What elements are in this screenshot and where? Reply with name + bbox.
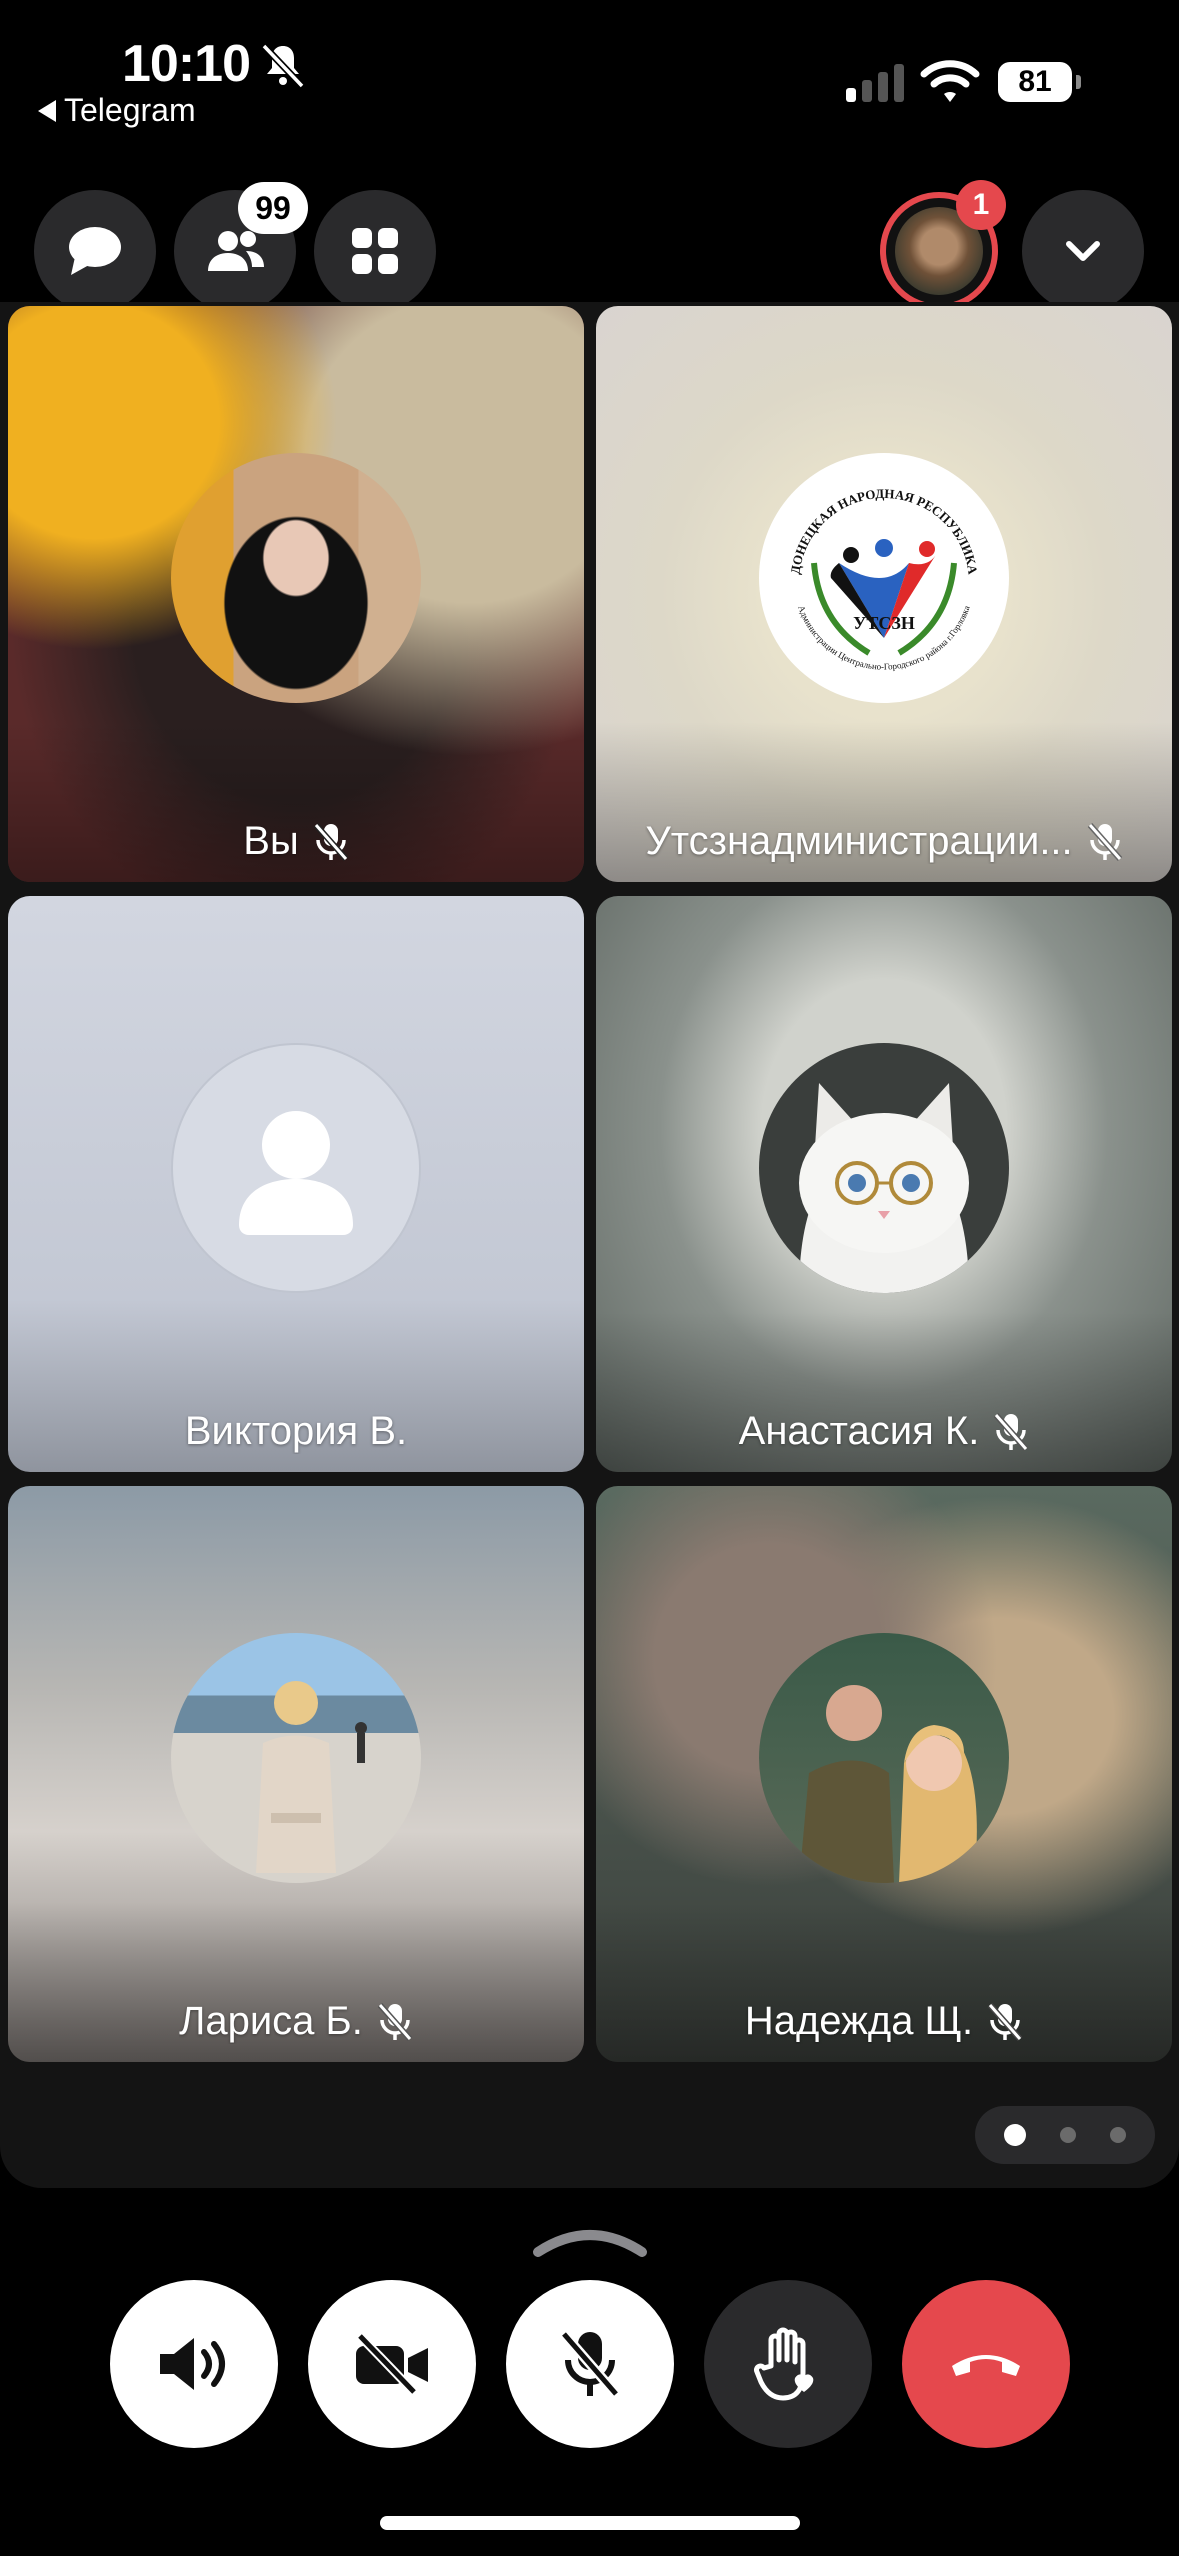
participant-label: Виктория В. xyxy=(8,1409,584,1454)
cellular-signal-icon xyxy=(846,60,904,102)
page-dot-active[interactable] xyxy=(1004,2124,1026,2146)
raise-hand-icon xyxy=(754,2327,814,2401)
mic-off-icon xyxy=(377,2002,413,2041)
woman-photo xyxy=(256,1681,367,1873)
grid-icon xyxy=(352,228,398,274)
page-dot[interactable] xyxy=(1110,2127,1126,2143)
chat-bubble-icon xyxy=(69,227,121,275)
chevron-down-icon xyxy=(1066,241,1100,261)
mic-off-icon xyxy=(313,822,348,861)
page-indicator[interactable] xyxy=(975,2106,1155,2164)
participants-count-badge: 99 xyxy=(238,182,308,234)
participant-label: Лариса Б. xyxy=(8,1999,584,2044)
logo-arc-text: ДОНЕЦКАЯ НАРОДНАЯ РЕСПУБЛИКА xyxy=(787,486,980,576)
participant-label: Вы xyxy=(8,819,584,864)
end-call-button[interactable] xyxy=(902,2280,1070,2448)
speaker-button[interactable] xyxy=(110,2280,278,2448)
participant-avatar xyxy=(759,1633,1009,1883)
person-placeholder-icon xyxy=(239,1111,353,1235)
participant-avatar xyxy=(171,1043,421,1293)
participant-avatar xyxy=(171,1633,421,1883)
svg-text:ДОНЕЦКАЯ НАРОДНАЯ РЕСПУБЛИКА: ДОНЕЦКАЯ НАРОДНАЯ РЕСПУБЛИКА xyxy=(787,486,980,576)
dnr-logo-image: ДОНЕЦКАЯ НАРОДНАЯ РЕСПУБЛИКА УТСЗН Админ… xyxy=(787,486,980,672)
expand-handle-icon[interactable] xyxy=(532,2218,648,2258)
participant-name: Вы xyxy=(243,819,299,863)
participant-label: Анастасия К. xyxy=(596,1409,1172,1454)
mic-off-icon xyxy=(560,2330,620,2398)
page-dot[interactable] xyxy=(1060,2127,1076,2143)
back-app-label: Telegram xyxy=(64,92,196,128)
video-off-icon xyxy=(356,2332,428,2396)
participant-tile-utszn[interactable]: ДОНЕЦКАЯ НАРОДНАЯ РЕСПУБЛИКА УТСЗН Админ… xyxy=(596,306,1172,882)
wifi-icon xyxy=(920,60,980,102)
back-arrow-icon xyxy=(38,99,56,122)
participant-avatar xyxy=(171,453,421,703)
couple-photo xyxy=(799,1685,977,1883)
raise-hand-button[interactable] xyxy=(704,2280,872,2448)
speaker-notification-badge: 1 xyxy=(956,180,1006,230)
participant-name: Лариса Б. xyxy=(179,1999,363,2043)
participant-tile-viktoria[interactable]: Виктория В. xyxy=(8,896,584,1472)
logo-center-text: УТСЗН xyxy=(853,613,915,633)
participant-grid: Вы ДОНЕЦКАЯ НАРОДНАЯ РЕСПУБЛИКА УТСЗН Ад… xyxy=(0,302,1179,2188)
cat-photo xyxy=(799,1083,969,1293)
participant-name: Анастасия К. xyxy=(738,1409,980,1453)
video-off-button[interactable] xyxy=(308,2280,476,2448)
chat-button[interactable] xyxy=(34,190,156,312)
battery-indicator: 81 xyxy=(998,62,1081,102)
mic-off-icon xyxy=(994,1412,1029,1451)
participant-tile-larisa[interactable]: Лариса Б. xyxy=(8,1486,584,2062)
status-bar: 10:10 Telegram 81 xyxy=(0,0,1179,140)
participant-tile-self[interactable]: Вы xyxy=(8,306,584,882)
back-to-app-link[interactable]: Telegram xyxy=(38,92,196,129)
people-icon xyxy=(208,231,264,271)
participant-name: Надежда Щ. xyxy=(744,1999,974,2043)
participant-tile-anastasia[interactable]: Анастасия К. xyxy=(596,896,1172,1472)
mic-off-icon xyxy=(987,2002,1023,2041)
participant-label: Утсзнадминистрации... xyxy=(596,819,1172,864)
speaker-icon xyxy=(160,2338,225,2390)
participant-tile-nadezhda[interactable]: Надежда Щ. xyxy=(596,1486,1172,2062)
home-indicator[interactable] xyxy=(380,2516,800,2530)
bell-off-icon xyxy=(261,43,305,89)
phone-hangup-icon xyxy=(952,2355,1020,2376)
status-time: 10:10 xyxy=(122,35,251,93)
participant-avatar: ДОНЕЦКАЯ НАРОДНАЯ РЕСПУБЛИКА УТСЗН Админ… xyxy=(759,453,1009,703)
participant-name: Утсзнадминистрации... xyxy=(645,819,1073,863)
participant-avatar xyxy=(759,1043,1009,1293)
mic-off-icon xyxy=(1087,822,1122,861)
layout-button[interactable] xyxy=(314,190,436,312)
call-controls xyxy=(0,2280,1179,2450)
mute-button[interactable] xyxy=(506,2280,674,2448)
participant-name: Виктория В. xyxy=(184,1409,408,1453)
participant-label: Надежда Щ. xyxy=(596,1999,1172,2044)
collapse-button[interactable] xyxy=(1022,190,1144,312)
